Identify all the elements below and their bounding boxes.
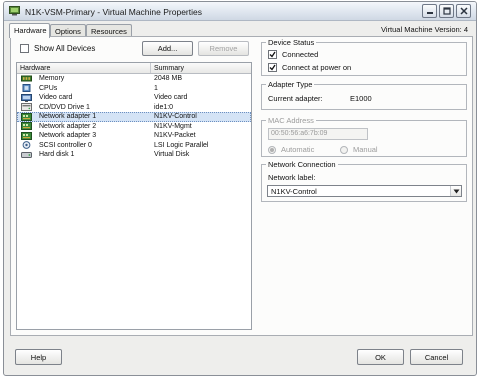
network-connection-group: Network Connection Network label: N1KV-C…	[261, 160, 467, 202]
network-adapter-icon	[21, 112, 32, 121]
adapter-type-title: Adapter Type	[266, 80, 315, 89]
network-adapter-icon	[21, 131, 32, 140]
tab-hardware[interactable]: Hardware	[9, 23, 50, 38]
device-status-group: Device Status Connected Connect at power…	[261, 38, 467, 76]
remove-button[interactable]: Remove	[198, 41, 249, 56]
hardware-name-cell: Network adapter 2	[17, 122, 151, 131]
mac-address-group: MAC Address 00:50:56:a6:7b:09 Automatic …	[261, 116, 467, 157]
ok-button[interactable]: OK	[357, 349, 404, 365]
hardware-row[interactable]: Network adapter 1 N1KV-Control	[17, 112, 251, 122]
hardware-name: CD/DVD Drive 1	[39, 103, 90, 111]
hardware-name: SCSI controller 0	[39, 141, 92, 149]
connect-power-checkbox-box[interactable]	[268, 63, 277, 72]
video-card-icon	[21, 93, 32, 102]
manual-radio[interactable]: Manual	[340, 145, 378, 154]
hardware-table: Hardware Summary Memory 2048 MB CPUs 1 Video…	[16, 62, 252, 330]
hardware-name-cell: Network adapter 3	[17, 131, 151, 140]
hardware-summary: N1KV-Packet	[154, 132, 196, 140]
hardware-summary: 2048 MB	[154, 75, 183, 83]
checkmark-icon	[269, 64, 276, 71]
hardware-name: Network adapter 3	[39, 132, 97, 140]
network-label-value: N1KV-Control	[271, 187, 317, 196]
column-header-hardware[interactable]: Hardware	[17, 63, 151, 73]
hardware-name: Hard disk 1	[39, 151, 75, 159]
hardware-name-cell: Memory	[17, 75, 151, 83]
network-connection-title: Network Connection	[266, 160, 338, 169]
network-adapter-icon	[21, 122, 32, 131]
hardware-summary: Video card	[154, 94, 188, 102]
show-all-checkbox-box[interactable]	[20, 44, 29, 53]
hardware-name-cell: Hard disk 1	[17, 151, 151, 159]
show-all-devices-label: Show All Devices	[34, 44, 96, 53]
add-button[interactable]: Add...	[142, 41, 193, 56]
hardware-row[interactable]: SCSI controller 0 LSI Logic Parallel	[17, 141, 251, 151]
hardware-name-cell: Network adapter 1	[17, 112, 151, 121]
hardware-tab-panel: Show All Devices Add... Remove Hardware …	[10, 36, 473, 336]
hardware-name: Network adapter 1	[39, 113, 97, 121]
connected-checkbox[interactable]: Connected	[268, 50, 318, 59]
hardware-name-cell: SCSI controller 0	[17, 141, 151, 150]
connected-checkbox-box[interactable]	[268, 50, 277, 59]
vm-version-label: Virtual Machine Version: 4	[381, 25, 468, 34]
hardware-summary: LSI Logic Parallel	[154, 141, 209, 149]
connected-label: Connected	[282, 50, 319, 59]
hardware-table-header: Hardware Summary	[17, 63, 251, 74]
current-adapter-value: E1000	[350, 94, 372, 103]
hardware-name: Video card	[39, 94, 73, 102]
hardware-name-cell: CPUs	[17, 84, 151, 93]
cd-dvd-icon	[21, 103, 32, 112]
hardware-name-cell: CD/DVD Drive 1	[17, 103, 151, 112]
automatic-radio-dot[interactable]	[268, 145, 276, 154]
network-label-dropdown[interactable]: N1KV-Control	[267, 185, 462, 197]
hardware-row[interactable]: Memory 2048 MB	[17, 74, 251, 84]
hardware-summary: N1KV-Control	[154, 113, 197, 121]
connect-at-power-on-checkbox[interactable]: Connect at power on	[268, 63, 351, 72]
current-adapter-label: Current adapter:	[268, 94, 323, 103]
vm-properties-window: N1K-VSM-Primary - Virtual Machine Proper…	[3, 1, 477, 376]
adapter-type-group: Adapter Type Current adapter: E1000	[261, 80, 467, 110]
connect-at-power-on-label: Connect at power on	[282, 63, 352, 72]
hardware-row[interactable]: CD/DVD Drive 1 ide1:0	[17, 103, 251, 113]
vm-app-icon	[9, 6, 20, 16]
hardware-name: Memory	[39, 75, 65, 83]
hardware-row[interactable]: Video card Video card	[17, 93, 251, 103]
hardware-name-cell: Video card	[17, 93, 151, 102]
automatic-radio[interactable]: Automatic	[268, 145, 314, 154]
hardware-summary: Virtual Disk	[154, 151, 190, 159]
window-title: N1K-VSM-Primary - Virtual Machine Proper…	[25, 7, 202, 17]
close-button[interactable]	[456, 4, 471, 18]
manual-label: Manual	[353, 145, 378, 154]
help-button[interactable]: Help	[15, 349, 62, 365]
mac-address-title: MAC Address	[266, 116, 316, 125]
checkmark-icon	[269, 51, 276, 58]
close-icon	[459, 7, 468, 15]
manual-radio-dot[interactable]	[340, 145, 348, 154]
show-all-devices-checkbox[interactable]: Show All Devices	[20, 44, 95, 53]
cpu-icon	[21, 84, 32, 93]
minimize-button[interactable]	[422, 4, 437, 18]
title-bar[interactable]: N1K-VSM-Primary - Virtual Machine Proper…	[4, 2, 476, 21]
maximize-icon	[442, 7, 451, 15]
hard-disk-icon	[21, 151, 32, 159]
hardware-summary: N1KV-Mgmt	[154, 122, 192, 130]
hardware-name: CPUs	[39, 84, 58, 92]
hardware-row[interactable]: Network adapter 2 N1KV-Mgmt	[17, 122, 251, 132]
hardware-row[interactable]: CPUs 1	[17, 84, 251, 94]
cancel-button[interactable]: Cancel	[410, 349, 463, 365]
hardware-row[interactable]: Hard disk 1 Virtual Disk	[17, 150, 251, 160]
hardware-summary: 1	[154, 84, 158, 92]
hardware-summary: ide1:0	[154, 103, 174, 111]
network-label-caption: Network label:	[268, 173, 316, 182]
device-status-title: Device Status	[266, 38, 317, 47]
scsi-controller-icon	[21, 141, 32, 150]
dropdown-arrow-icon[interactable]	[450, 186, 461, 196]
mac-address-field[interactable]: 00:50:56:a6:7b:09	[268, 128, 368, 140]
minimize-icon	[426, 12, 433, 14]
hardware-name: Network adapter 2	[39, 122, 97, 130]
hardware-row[interactable]: Network adapter 3 N1KV-Packet	[17, 131, 251, 141]
memory-icon	[21, 75, 32, 83]
automatic-label: Automatic	[281, 145, 315, 154]
maximize-button[interactable]	[439, 4, 454, 18]
column-header-summary[interactable]: Summary	[151, 63, 184, 73]
